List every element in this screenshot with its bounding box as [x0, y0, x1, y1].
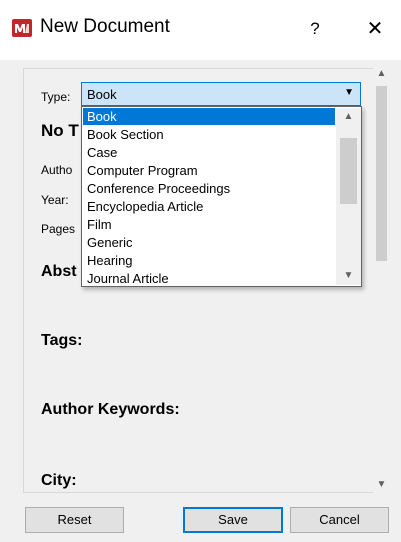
type-select[interactable]: Book ▼: [81, 82, 361, 106]
dropdown-option[interactable]: Computer Program: [83, 162, 335, 179]
dropdown-option[interactable]: Journal Article: [83, 270, 335, 287]
chevron-up-icon[interactable]: ▲: [336, 108, 361, 126]
dropdown-option[interactable]: Case: [83, 144, 335, 161]
dropdown-scrollbar[interactable]: ▲ ▼: [336, 108, 361, 285]
scroll-up-arrow-icon[interactable]: ▲: [373, 65, 390, 82]
type-dropdown-list[interactable]: Book Book Section Case Computer Program …: [81, 106, 362, 287]
title-bar: New Document ? ✕: [0, 0, 401, 60]
type-label: Type:: [41, 90, 71, 104]
title-label: No T: [41, 121, 79, 140]
city-label: City:: [41, 472, 77, 489]
author-keywords-label: Author Keywords:: [41, 401, 180, 418]
abstract-label: Abst: [41, 263, 77, 280]
form-scrollbar[interactable]: ▲ ▼: [373, 65, 390, 493]
dropdown-option[interactable]: Encyclopedia Article: [83, 198, 335, 215]
scroll-down-arrow-icon[interactable]: ▼: [373, 476, 390, 493]
chevron-down-icon: ▼: [344, 87, 354, 98]
type-select-value: Book: [87, 87, 117, 102]
dropdown-option[interactable]: Conference Proceedings: [83, 180, 335, 197]
dropdown-option[interactable]: Hearing: [83, 252, 335, 269]
save-button[interactable]: Save: [183, 507, 283, 533]
dropdown-option[interactable]: Book Section: [83, 126, 335, 143]
app-logo-icon: [12, 19, 32, 37]
window-title: New Document: [40, 16, 170, 37]
dropdown-option[interactable]: Film: [83, 216, 335, 233]
chevron-down-icon[interactable]: ▼: [336, 267, 361, 285]
dropdown-scroll-thumb[interactable]: [340, 138, 357, 204]
dropdown-option[interactable]: Book: [83, 108, 335, 125]
close-button[interactable]: ✕: [360, 14, 390, 44]
scroll-thumb[interactable]: [376, 86, 387, 261]
dropdown-option[interactable]: Generic: [83, 234, 335, 251]
reset-button[interactable]: Reset: [25, 507, 124, 533]
tags-label: Tags:: [41, 332, 83, 349]
help-button[interactable]: ?: [300, 14, 330, 44]
cancel-button[interactable]: Cancel: [290, 507, 389, 533]
author-label: Autho: [41, 163, 73, 177]
pages-label: Pages: [41, 222, 76, 236]
year-label: Year:: [41, 193, 69, 207]
